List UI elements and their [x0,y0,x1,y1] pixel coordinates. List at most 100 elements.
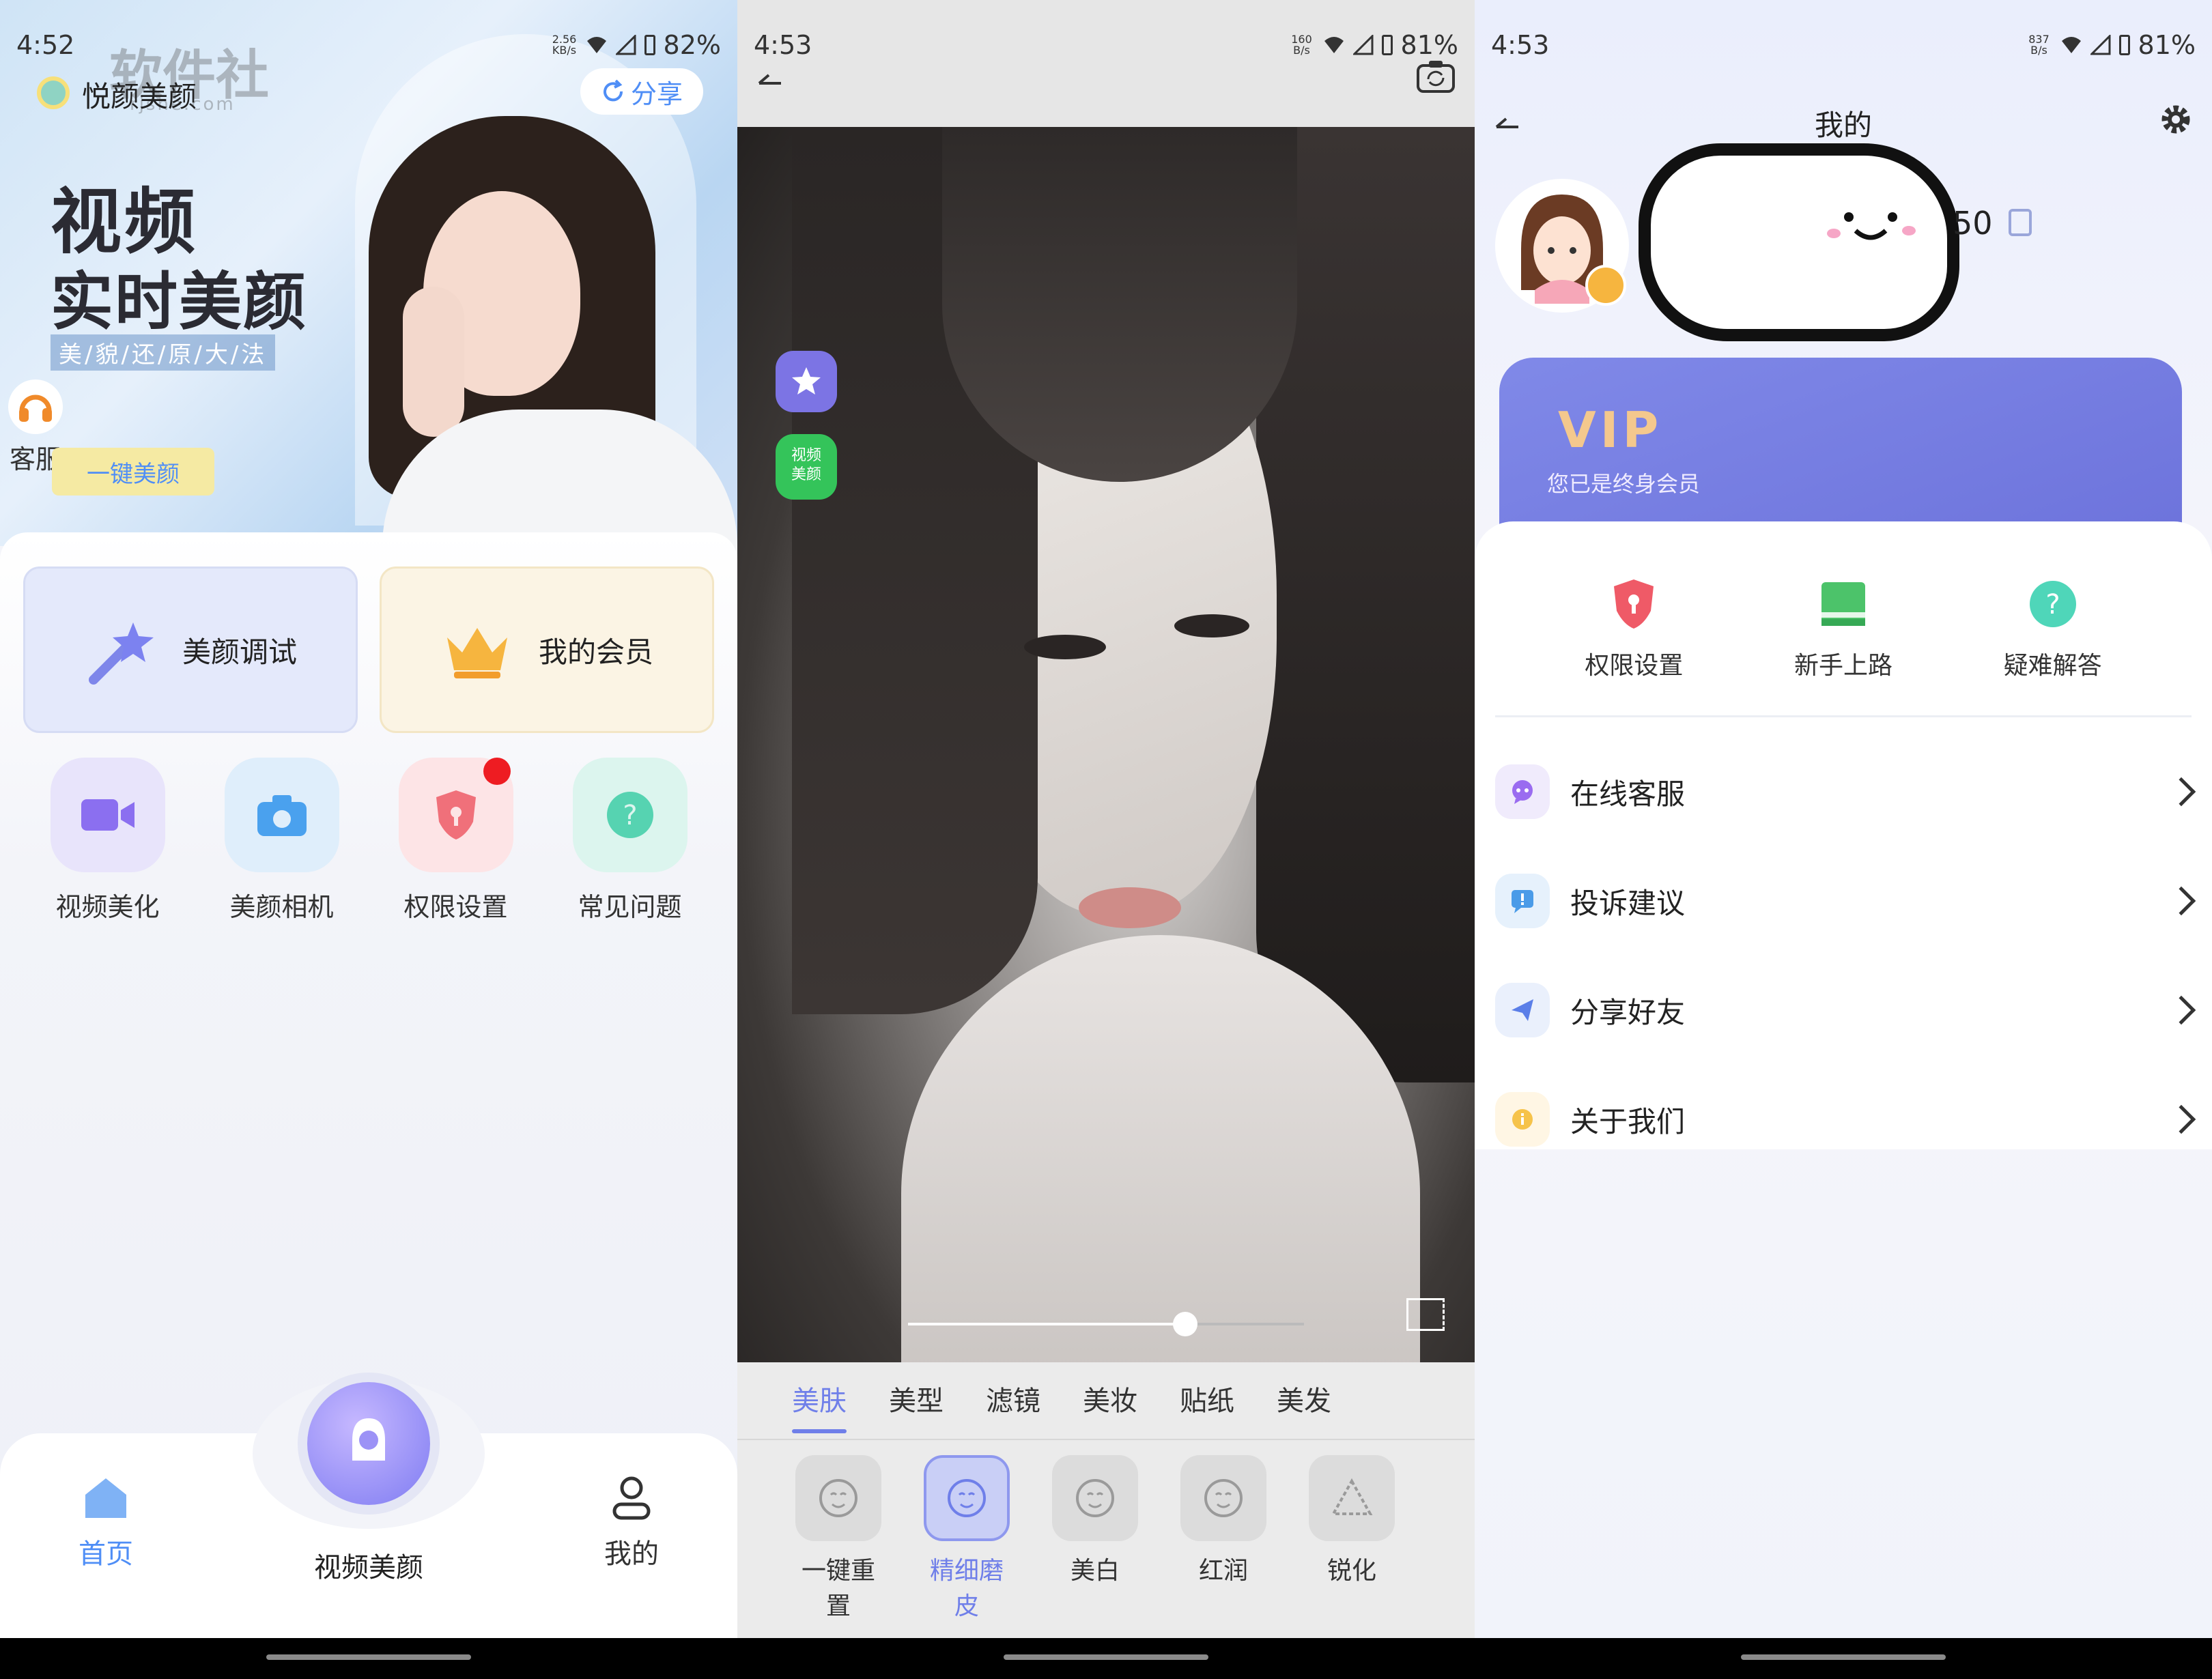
preview-lips [1079,887,1181,928]
whiten-face-icon [1052,1455,1138,1541]
quick-permission-settings[interactable]: 权限设置 [1565,573,1702,681]
battery-icon [1381,35,1393,55]
beauty-tool[interactable]: 一键重置 [792,1455,885,1622]
beauty-tuning-label: 美颜调试 [182,635,298,669]
faq-label: 常见问题 [578,892,682,922]
status-bar: 4:53 837 B/s 81% [1475,0,2212,89]
beauty-tools: 一键重置 精细磨皮 美白 红润 锐化 [792,1455,1398,1622]
battery-icon [2118,35,2130,55]
feedback-icon [1512,890,1533,913]
send-icon [1512,999,1533,1021]
wifi-icon [1324,37,1344,53]
beauty-tab[interactable]: 美肤 [792,1379,847,1433]
network-speed: 837 B/s [2028,33,2050,57]
home-indicator[interactable] [1741,1654,1946,1660]
video-beauty-center-button[interactable] [307,1382,430,1505]
beauty-tool[interactable]: 精细磨皮 [920,1455,1013,1622]
vip-status: 您已是终身会员 [1547,471,1701,497]
beauty-tool[interactable]: 美白 [1049,1455,1142,1622]
question-icon: ? [2029,581,2076,627]
banner-subtitle: 美/貌/还/原/大/法 [51,334,276,371]
beauty-tool-label: 一键重置 [801,1557,875,1620]
network-speed: 160 B/s [1291,33,1312,57]
magic-wand-icon [89,622,154,685]
redacted-username [1639,143,1959,341]
settings-list: 在线客服 投诉建议 分享好友 关于我们 [1475,737,2212,1174]
camera-screen: 4:53 160 B/s 81% 视频 美颜 美肤 美型 滤镜 美妆 贴纸 美发 一键重置… [737,0,1475,1638]
list-item-feedback[interactable]: 投诉建议 [1475,846,2212,956]
my-membership-label: 我的会员 [539,635,654,669]
beauty-tab[interactable]: 美型 [889,1379,944,1418]
permission-settings-label: 权限设置 [403,892,508,922]
one-key-beauty-button[interactable]: 一键美颜 [52,448,214,496]
list-item-label: 关于我们 [1570,1104,1686,1138]
share-label: 分享 [630,78,683,109]
back-arrow-icon[interactable] [756,66,784,86]
beauty-tuning-card[interactable]: 美颜调试 [23,566,358,733]
quick-beginner-guide[interactable]: 新手上路 [1775,573,1912,681]
app-name: 悦颜美颜 [82,80,197,113]
tab-center-label-wrap[interactable]: 视频美颜 [300,1545,437,1585]
beauty-tool[interactable]: 红润 [1177,1455,1270,1622]
chevron-right-icon [2166,777,2196,807]
permission-settings-button[interactable]: 权限设置 [395,758,517,923]
beauty-tab[interactable]: 滤镜 [986,1379,1040,1418]
user-id: 50 [1953,205,1993,242]
video-icon [81,799,134,831]
beauty-tab[interactable]: 美发 [1277,1379,1331,1418]
switch-camera-icon[interactable] [1416,59,1456,94]
beauty-tab[interactable]: 贴纸 [1180,1379,1234,1418]
signal-icon [2090,35,2111,55]
tab-home-label: 首页 [79,1538,133,1570]
banner-model-hand [403,287,464,437]
gear-icon[interactable] [2159,102,2193,137]
home-screen: 视频 实时美颜 美/貌/还/原/大/法 软件社 rjshe.com 4:52 2… [0,0,737,1638]
tab-home[interactable]: 首页 [38,1474,174,1571]
video-beauty-side-button[interactable]: 视频 美颜 [776,434,837,500]
tabs-divider [737,1439,1475,1440]
intensity-slider[interactable] [908,1310,1304,1338]
rosy-face-icon [1180,1455,1266,1541]
svg-text:?: ? [2045,589,2060,620]
quick-troubleshooting-label: 疑难解答 [2003,652,2102,680]
slider-fill [908,1323,1185,1325]
notification-dot [483,758,511,785]
person-icon [352,1418,385,1461]
slider-knob[interactable] [1173,1312,1197,1336]
home-indicator[interactable] [1004,1654,1208,1660]
beauty-tab[interactable]: 美妆 [1083,1379,1137,1418]
beauty-tabs: 美肤 美型 滤镜 美妆 贴纸 美发 [792,1379,1331,1433]
home-icon [85,1478,126,1518]
quick-troubleshooting[interactable]: ? 疑难解答 [1985,573,2121,681]
sharpen-icon [1309,1455,1395,1541]
list-item-online-service[interactable]: 在线客服 [1475,737,2212,846]
signal-icon [1352,35,1374,55]
my-membership-card[interactable]: 我的会员 [380,566,714,733]
home-indicator[interactable] [266,1654,471,1660]
banner-title-line2: 实时美颜 [51,266,308,339]
wifi-icon [2061,37,2081,53]
smooth-face-icon [924,1455,1010,1541]
faq-button[interactable]: ? 常见问题 [569,758,692,923]
preview-eye-left [1024,635,1106,659]
question-icon: ? [606,792,653,838]
list-item-about-us[interactable]: 关于我们 [1475,1065,2212,1174]
favorite-star-button[interactable] [776,351,837,412]
status-time: 4:52 [16,30,75,60]
quick-beginner-label: 新手上路 [1793,652,1892,680]
copy-icon[interactable] [2009,209,2032,236]
vip-badge: VIP [1558,401,1663,459]
signal-icon [615,35,636,55]
battery-icon [644,35,655,55]
tab-mine[interactable]: 我的 [563,1474,700,1571]
beauty-camera-button[interactable]: 美颜相机 [221,758,343,923]
svg-text:?: ? [623,800,637,831]
battery-level: 82% [663,30,721,60]
video-beautify-button[interactable]: 视频美化 [46,758,169,923]
compare-toggle-icon[interactable] [1406,1298,1445,1331]
network-speed: 2.56 KB/s [552,33,577,57]
beauty-tool[interactable]: 锐化 [1305,1455,1398,1622]
list-item-share-friends[interactable]: 分享好友 [1475,956,2212,1065]
share-button[interactable]: 分享 [580,68,703,115]
beauty-tool-label: 美白 [1070,1557,1120,1585]
